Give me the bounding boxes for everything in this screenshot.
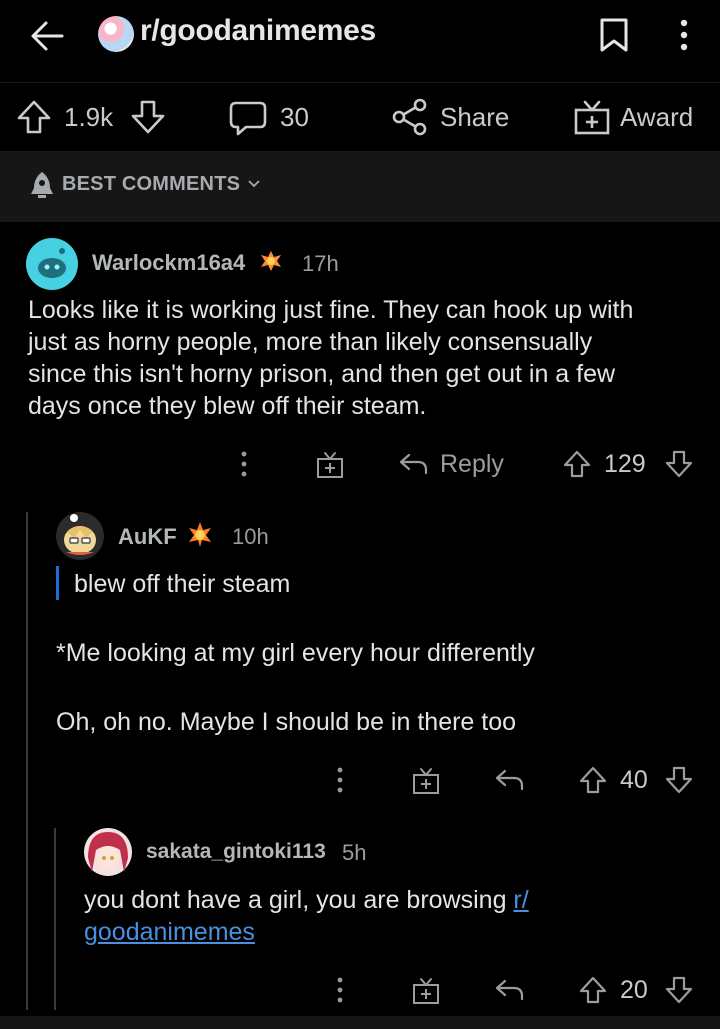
- sort-label[interactable]: BEST COMMENTS: [62, 173, 240, 196]
- comment-line: just as horny people, more than likely c…: [28, 328, 593, 356]
- upvote-button[interactable]: [14, 97, 54, 137]
- downvote-arrow-icon: [665, 976, 693, 1004]
- comment-time: 5h: [342, 840, 367, 865]
- quote-bar: [56, 566, 59, 600]
- kebab-menu-icon: [680, 19, 688, 51]
- comment-line: Looks like it is working just fine. They…: [28, 296, 634, 324]
- upvote-button[interactable]: [578, 974, 608, 1006]
- comment-award-button[interactable]: [410, 764, 442, 796]
- avatar[interactable]: [26, 238, 78, 290]
- vote-count: 1.9k: [64, 102, 114, 132]
- thread-line[interactable]: [54, 828, 56, 1010]
- comment-line: since this isn't horny prison, and then …: [28, 360, 616, 388]
- rocket-icon: [28, 170, 56, 200]
- upvote-arrow-icon: [563, 450, 591, 478]
- back-arrow-icon: [31, 21, 64, 51]
- share-icon[interactable]: [390, 97, 430, 137]
- comments-button[interactable]: [228, 99, 268, 137]
- comment-line: days once they blew off their steam.: [28, 392, 427, 420]
- kebab-menu-icon: [241, 451, 247, 477]
- kebab-menu-icon: [337, 767, 343, 793]
- subreddit-link[interactable]: goodanimemes: [84, 918, 255, 946]
- award-icon[interactable]: [572, 97, 612, 137]
- upvote-arrow-icon: [17, 100, 51, 134]
- comment-paragraph: Oh, oh no. Maybe I should be in there to…: [56, 708, 517, 736]
- kebab-menu-icon: [337, 977, 343, 1003]
- avatar[interactable]: [84, 828, 132, 876]
- comment-award-button[interactable]: [410, 974, 442, 1006]
- upvote-arrow-icon: [579, 976, 607, 1004]
- award-flair-icon: [258, 248, 284, 274]
- comment-score: 40: [620, 766, 648, 794]
- comment-body: Looks like it is working just fine. They…: [28, 294, 708, 422]
- award-button[interactable]: Award: [620, 102, 693, 133]
- upvote-button[interactable]: [562, 448, 592, 480]
- post-action-bar: 1.9k 30 Share Award: [0, 82, 720, 152]
- sort-bar[interactable]: BEST COMMENTS: [0, 152, 720, 222]
- comment-count: 30: [280, 102, 309, 132]
- top-app-bar: r/goodanimemes: [0, 0, 720, 80]
- comment-username[interactable]: AuKF: [118, 524, 177, 550]
- award-icon: [413, 768, 439, 794]
- share-button[interactable]: Share: [440, 102, 509, 133]
- downvote-arrow-icon: [665, 450, 693, 478]
- comment-more-button[interactable]: [328, 974, 352, 1006]
- comment-body: you dont have a girl, you are browsing r…: [84, 884, 684, 948]
- comment-more-button[interactable]: [328, 764, 352, 796]
- reply-icon[interactable]: [396, 448, 430, 480]
- upvote-button[interactable]: [578, 764, 608, 796]
- comment-username[interactable]: sakata_gintoki113: [146, 840, 326, 864]
- comment-bubble-icon: [229, 101, 267, 136]
- comment-time: 10h: [232, 524, 269, 549]
- back-button[interactable]: [24, 12, 72, 60]
- bottom-divider: [0, 1016, 720, 1029]
- award-icon: [317, 452, 343, 478]
- comment-text: you dont have a girl, you are browsing: [84, 886, 514, 914]
- more-options-button[interactable]: [668, 14, 700, 56]
- downvote-arrow-icon: [131, 100, 165, 134]
- downvote-button[interactable]: [664, 974, 694, 1006]
- subreddit-avatar[interactable]: [98, 16, 134, 52]
- thread-line[interactable]: [26, 512, 28, 1010]
- comment-score: 20: [620, 976, 648, 1004]
- comment-score: 129: [604, 450, 646, 478]
- bookmark-icon: [600, 18, 628, 52]
- subreddit-name[interactable]: r/goodanimemes: [140, 14, 376, 48]
- comment-username[interactable]: Warlockm16a4: [92, 250, 245, 276]
- award-icon: [413, 978, 439, 1004]
- downvote-arrow-icon: [665, 766, 693, 794]
- comment-paragraph: *Me looking at my girl every hour differ…: [56, 639, 535, 667]
- award-flair-icon: [186, 520, 214, 548]
- chevron-down-icon: [246, 176, 262, 192]
- reply-icon[interactable]: [492, 974, 526, 1006]
- upvote-arrow-icon: [579, 766, 607, 794]
- save-button[interactable]: [596, 14, 632, 56]
- downvote-button[interactable]: [128, 97, 168, 137]
- subreddit-link[interactable]: r/: [513, 886, 528, 914]
- comment-time: 17h: [302, 251, 339, 276]
- reply-button[interactable]: Reply: [440, 450, 504, 479]
- comment-more-button[interactable]: [232, 448, 256, 480]
- downvote-button[interactable]: [664, 448, 694, 480]
- avatar[interactable]: [56, 512, 104, 560]
- downvote-button[interactable]: [664, 764, 694, 796]
- comment-award-button[interactable]: [314, 448, 346, 480]
- reply-icon[interactable]: [492, 764, 526, 796]
- quote-text: blew off their steam: [74, 570, 291, 598]
